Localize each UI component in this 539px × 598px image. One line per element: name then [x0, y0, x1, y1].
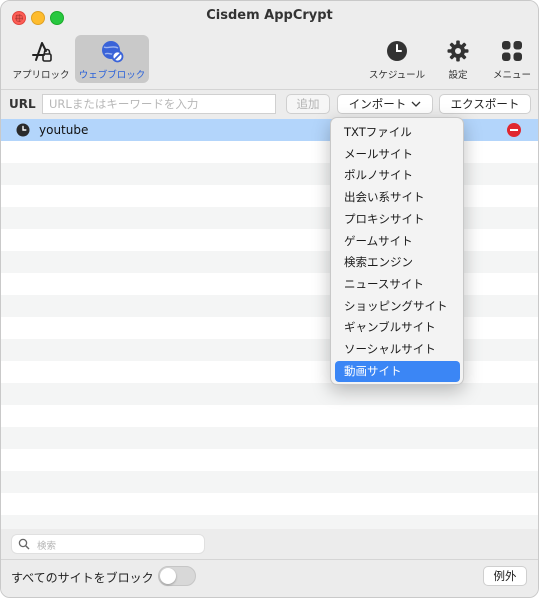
- chevron-down-icon: [411, 101, 421, 107]
- app-window: Cisdem AppCrypt アプリロック ウェブブロック スケジュール 設定…: [0, 0, 539, 598]
- menu-item-search-engines[interactable]: 検索エンジン: [335, 252, 460, 273]
- search-placeholder: 検索: [37, 541, 57, 552]
- menu-item-video-sites[interactable]: 動画サイト: [335, 360, 460, 382]
- toolbar-app-lock-button[interactable]: アプリロック: [7, 35, 75, 83]
- empty-row: [1, 427, 538, 449]
- remove-icon[interactable]: [507, 123, 521, 137]
- toolbar-menu-button[interactable]: メニュー: [478, 35, 538, 83]
- toolbar-web-block-button[interactable]: ウェブブロック: [75, 35, 149, 83]
- menu-item-news-sites[interactable]: ニュースサイト: [335, 274, 460, 295]
- empty-row: [1, 405, 538, 427]
- add-button-label: 追加: [296, 97, 320, 111]
- list-item-label: youtube: [39, 123, 89, 137]
- empty-row: [1, 471, 538, 493]
- grid-menu-icon: [502, 41, 522, 61]
- menu-item-txt-file[interactable]: TXTファイル: [335, 122, 460, 143]
- empty-row: [1, 515, 538, 529]
- toolbar-schedule-label: スケジュール: [368, 70, 426, 81]
- toolbar-app-lock-label: アプリロック: [12, 70, 70, 81]
- exceptions-button[interactable]: 例外: [483, 566, 527, 586]
- export-button[interactable]: エクスポート: [439, 94, 531, 114]
- import-button-label: インポート: [348, 97, 407, 111]
- url-label: URL: [9, 97, 36, 111]
- toolbar-menu-label: メニュー: [492, 70, 531, 81]
- toolbar-schedule-button[interactable]: スケジュール: [363, 35, 431, 83]
- search-input[interactable]: 検索: [11, 534, 205, 554]
- menu-item-proxy-sites[interactable]: プロキシサイト: [335, 209, 460, 230]
- titlebar: Cisdem AppCrypt アプリロック ウェブブロック スケジュール 設定…: [1, 1, 538, 90]
- block-all-toggle[interactable]: [158, 566, 196, 586]
- import-dropdown-menu: TXTファイル メールサイト ポルノサイト 出会い系サイト プロキシサイト ゲー…: [330, 117, 464, 385]
- block-all-label: すべてのサイトをブロック: [11, 571, 154, 585]
- search-icon: [18, 538, 30, 550]
- menu-item-social-sites[interactable]: ソーシャルサイト: [335, 339, 460, 360]
- menu-item-shopping-sites[interactable]: ショッピングサイト: [335, 296, 460, 317]
- url-bar: URL 追加 インポート エクスポート: [1, 90, 538, 118]
- empty-row: [1, 383, 538, 405]
- menu-item-mail-sites[interactable]: メールサイト: [335, 144, 460, 165]
- toolbar-settings-label: 設定: [448, 70, 468, 81]
- clock-icon: [16, 123, 30, 137]
- export-button-label: エクスポート: [450, 97, 520, 111]
- toggle-knob: [160, 568, 176, 584]
- app-lock-icon: [32, 42, 52, 62]
- bottom-bar: 検索 すべてのサイトをブロック 例外: [1, 529, 538, 597]
- menu-item-gambling-sites[interactable]: ギャンブルサイト: [335, 317, 460, 338]
- exceptions-button-label: 例外: [493, 569, 517, 583]
- gear-icon: [447, 40, 469, 62]
- divider: [1, 559, 538, 560]
- url-input[interactable]: [42, 94, 276, 114]
- menu-item-porn-sites[interactable]: ポルノサイト: [335, 165, 460, 186]
- menu-item-dating-sites[interactable]: 出会い系サイト: [335, 187, 460, 208]
- schedule-clock-icon: [387, 41, 407, 61]
- menu-item-game-sites[interactable]: ゲームサイト: [335, 231, 460, 252]
- web-block-icon: [102, 41, 124, 63]
- toolbar-web-block-label: ウェブブロック: [78, 70, 146, 81]
- import-button[interactable]: インポート: [337, 94, 433, 114]
- empty-row: [1, 449, 538, 471]
- window-title: Cisdem AppCrypt: [206, 8, 333, 23]
- empty-row: [1, 493, 538, 515]
- add-button[interactable]: 追加: [286, 94, 330, 114]
